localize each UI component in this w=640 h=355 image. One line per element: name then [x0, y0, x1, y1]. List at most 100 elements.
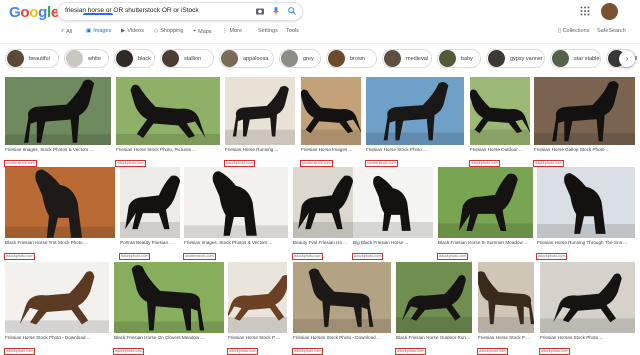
tab-images[interactable]: ▣ Images — [86, 28, 111, 34]
chip-star-stable[interactable]: star stable — [550, 49, 601, 68]
result-source[interactable]: istockphoto.com — [114, 159, 147, 167]
result-thumbnail[interactable] — [293, 262, 391, 333]
image-result[interactable]: Portrait Beauty Friesian ... istockphoto.… — [118, 167, 180, 264]
result-caption[interactable]: Black Friesian Horse On Clovers Meadow .… — [114, 335, 224, 341]
result-caption[interactable]: Friesian Horse Outdoor ... — [470, 147, 530, 153]
tab-shopping[interactable]: ◇ Shopping — [154, 28, 183, 34]
image-result[interactable]: Friesian Horse Stock P ... istockphoto.co… — [226, 262, 287, 355]
result-caption[interactable]: Friesian Images, Stock Photos & Vectors … — [184, 240, 288, 246]
image-result[interactable]: Friesian Horse Outdoor ... istockphoto.co… — [468, 77, 530, 171]
tools-link[interactable]: Tools — [286, 28, 299, 34]
image-result[interactable]: Big Black Friesian Horse ... istockphoto.… — [351, 167, 433, 264]
result-thumbnail[interactable] — [228, 262, 287, 333]
result-source[interactable]: istockphoto.com — [436, 252, 469, 260]
chip-black[interactable]: black — [114, 49, 155, 68]
chip-medieval[interactable]: medieval — [382, 49, 432, 68]
image-result[interactable]: Black Friesian Horse Outdoor Running ...… — [394, 262, 472, 355]
result-source[interactable]: shutterstock.com — [183, 252, 216, 260]
result-caption[interactable]: Portrait Beauty Friesian ... — [120, 240, 180, 246]
google-logo[interactable]: Google — [9, 4, 59, 21]
image-result[interactable]: Friesian Horse Gallop Stock Photo ... ist… — [532, 77, 635, 171]
image-result[interactable]: Friesian Images, Stock Photos & Vectors … — [183, 167, 288, 264]
result-caption[interactable]: Friesian Horse Running Through The Sno .… — [537, 240, 635, 246]
result-caption[interactable]: Friesian Images, Stock Photos & Vectors … — [5, 147, 111, 153]
chip-beautiful[interactable]: beautiful — [5, 49, 59, 68]
apps-grid-icon[interactable] — [580, 6, 592, 18]
result-thumbnail[interactable] — [540, 262, 635, 333]
result-thumbnail[interactable] — [184, 167, 288, 238]
chip-stallion[interactable]: stallion — [160, 49, 214, 68]
chevron-right-icon[interactable]: › — [619, 51, 635, 67]
collections-link[interactable]: ▯ Collections — [558, 28, 589, 34]
result-thumbnail[interactable] — [438, 167, 533, 238]
result-source[interactable]: istockphoto.com — [468, 159, 501, 167]
result-source[interactable]: istockphoto.com — [226, 347, 259, 355]
result-thumbnail[interactable] — [114, 262, 224, 333]
mic-icon[interactable] — [270, 6, 282, 18]
result-caption[interactable]: Friesian Horse Images ... — [301, 147, 361, 153]
settings-link[interactable]: Settings — [258, 28, 278, 34]
result-source[interactable]: istockphoto.com — [476, 347, 509, 355]
image-result[interactable]: Black Friesian Horse Trot Stock Photo ..… — [3, 167, 115, 264]
result-caption[interactable]: Black Friesian Horse Trot Stock Photo ..… — [5, 240, 115, 246]
result-caption[interactable]: Friesian Horse Stock P ... — [478, 335, 534, 341]
result-caption[interactable]: Beauty Fval Friesian Ho ... — [293, 240, 353, 246]
result-source[interactable]: istockphoto.com — [538, 347, 571, 355]
image-result[interactable]: Friesian Horse Running Through The Sno .… — [535, 167, 635, 264]
result-source[interactable]: istockphoto.com — [118, 252, 151, 260]
image-result[interactable]: Friesian Images, Stock Photos & Vectors … — [4, 77, 111, 171]
image-result[interactable]: Friesian Horses Stock Photo - Download .… — [291, 262, 391, 355]
chip-gypsy-vanner[interactable]: gypsy vanner — [486, 49, 545, 68]
result-thumbnail[interactable] — [5, 167, 115, 238]
result-thumbnail[interactable] — [537, 167, 635, 238]
result-caption[interactable]: Friesian Horse Running ... — [225, 147, 295, 153]
image-result[interactable]: Friesian Horse Stock P ... istockphoto.co… — [476, 262, 534, 355]
result-source[interactable]: istockphoto.com — [112, 347, 145, 355]
chip-brown[interactable]: brown — [326, 49, 377, 68]
result-source[interactable]: shutterstock.com — [4, 159, 37, 167]
result-thumbnail[interactable] — [5, 77, 111, 145]
result-thumbnail[interactable] — [120, 167, 180, 238]
result-thumbnail[interactable] — [225, 77, 295, 145]
result-thumbnail[interactable] — [5, 262, 109, 333]
result-source[interactable]: istockphoto.com — [532, 159, 565, 167]
image-result[interactable]: Black Friesian Horse In Summer Meadow ..… — [436, 167, 533, 264]
result-thumbnail[interactable] — [478, 262, 534, 333]
result-caption[interactable]: Friesian Horses Stock Photo ... — [540, 335, 635, 341]
tab-all[interactable]: ⌕ All — [61, 28, 72, 35]
result-source[interactable]: istockphoto.com — [291, 252, 324, 260]
result-thumbnail[interactable] — [366, 77, 464, 145]
result-thumbnail[interactable] — [116, 77, 220, 145]
result-thumbnail[interactable] — [301, 77, 361, 145]
search-icon[interactable] — [286, 6, 298, 18]
result-thumbnail[interactable] — [293, 167, 353, 238]
result-caption[interactable]: Black Friesian Horse Outdoor Running ... — [396, 335, 472, 341]
chip-grey[interactable]: grey — [279, 49, 321, 68]
result-thumbnail[interactable] — [470, 77, 530, 145]
image-result[interactable]: Friesian Horse Stock Photo ... shuttersto… — [365, 77, 464, 171]
result-source[interactable]: istockphoto.com — [351, 252, 384, 260]
camera-icon[interactable] — [254, 6, 266, 18]
image-result[interactable]: Friesian Horse Images ... shutterstock.co… — [300, 77, 361, 171]
result-source[interactable]: istockphoto.com — [535, 252, 568, 260]
image-result[interactable]: Friesian Horse Stock Photo - Download ..… — [3, 262, 109, 355]
tab-maps[interactable]: ⌖ Maps — [193, 28, 212, 35]
result-thumbnail[interactable] — [396, 262, 472, 333]
result-caption[interactable]: Black Friesian Horse In Summer Meadow ..… — [438, 240, 533, 246]
result-caption[interactable]: Friesian Horse Gallop Stock Photo ... — [534, 147, 635, 153]
chip-appaloosa[interactable]: appaloosa — [219, 49, 274, 68]
result-source[interactable]: istockphoto.com — [3, 252, 36, 260]
tab-more[interactable]: ⋮ More — [222, 28, 242, 34]
safesearch-link[interactable]: SafeSearch — [597, 28, 626, 34]
result-caption[interactable]: Friesian Horse Stock P ... — [228, 335, 287, 341]
image-result[interactable]: Friesian Horse Running ... istockphoto.co… — [223, 77, 295, 171]
image-result[interactable]: Beauty Fval Friesian Ho ... istockphoto.c… — [291, 167, 353, 264]
result-thumbnail[interactable] — [353, 167, 433, 238]
result-caption[interactable]: Friesian Horse Stock Photo - Download ..… — [5, 335, 109, 341]
result-source[interactable]: istockphoto.com — [394, 347, 427, 355]
tab-videos[interactable]: ▶ Videos — [121, 28, 144, 34]
result-source[interactable]: shutterstock.com — [300, 159, 333, 167]
result-source[interactable]: istockphoto.com — [3, 347, 36, 355]
avatar[interactable] — [601, 3, 618, 20]
search-box[interactable]: friesian horse or OR shutterstock OR or … — [57, 2, 303, 21]
